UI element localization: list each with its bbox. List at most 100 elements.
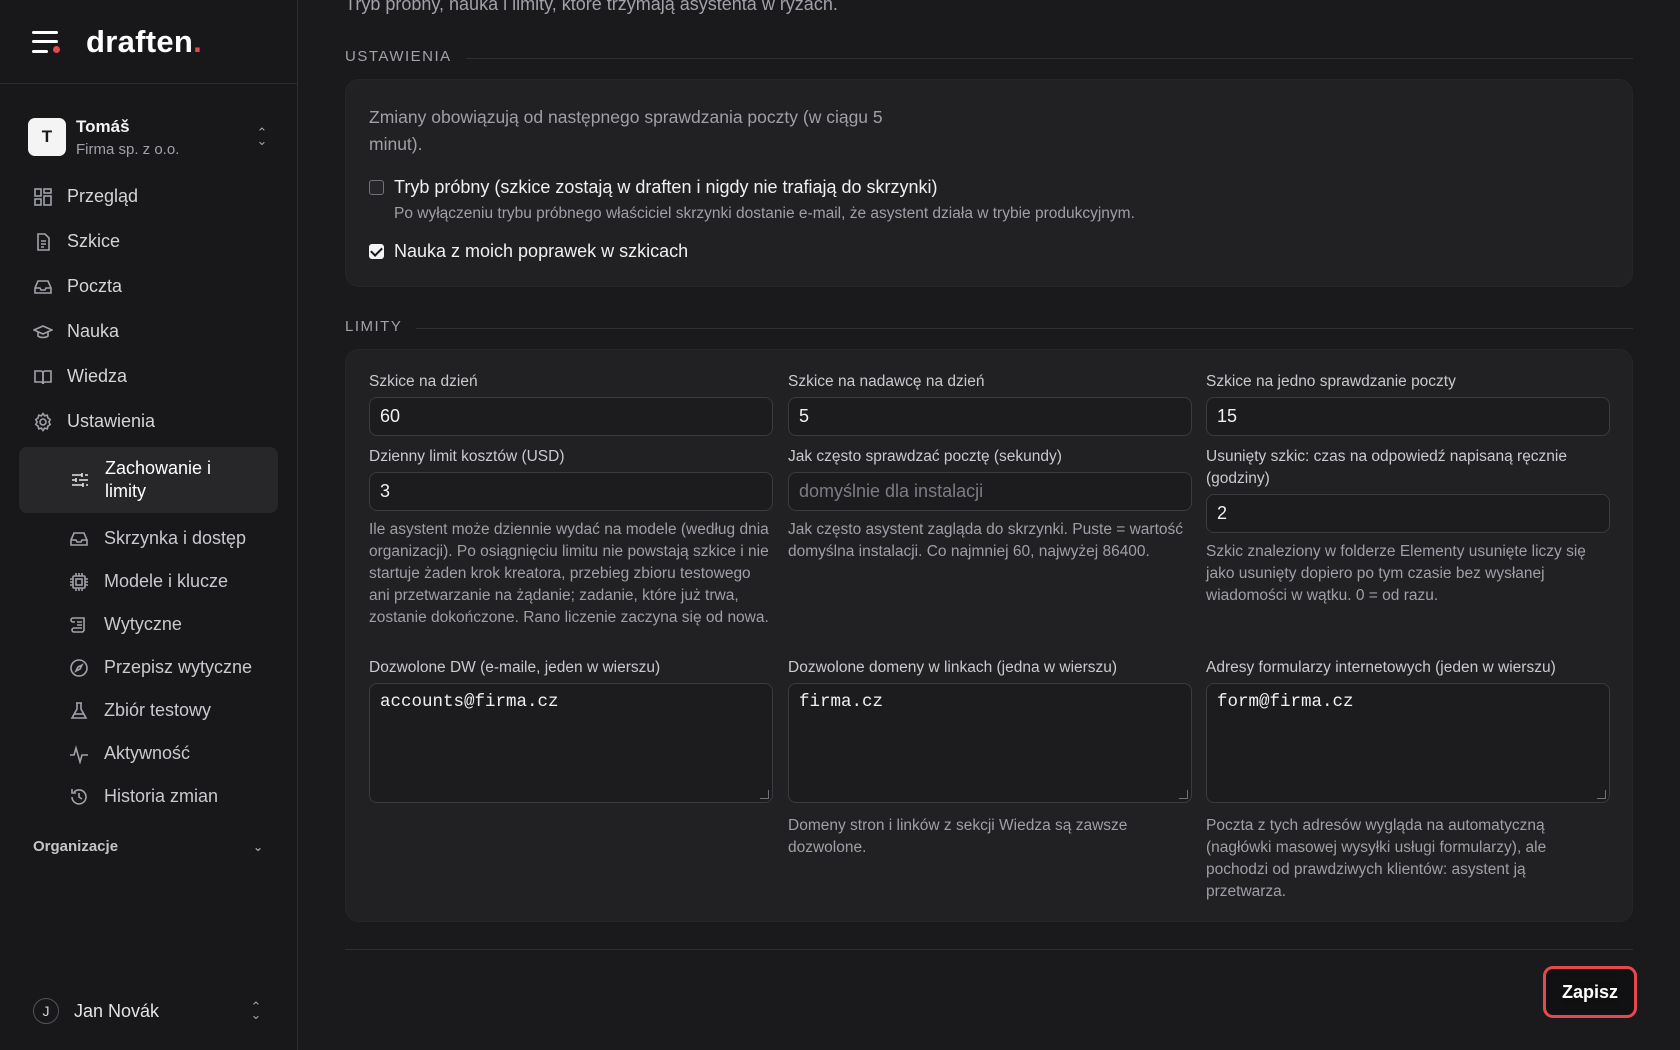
deleted-draft-help: Szkic znaleziony w folderze Elementy usu… — [1206, 543, 1586, 604]
deleted-draft-field: Usunięty szkic: czas na odpowiedź napisa… — [1206, 446, 1610, 607]
field-label: Jak często sprawdzać pocztę (sekundy) — [788, 448, 1062, 465]
chip-icon — [70, 572, 88, 591]
field-label: Usunięty szkic: czas na odpowiedź napisa… — [1206, 448, 1567, 487]
nav-item-knowledge[interactable]: Wiedza — [0, 354, 297, 399]
limits-card: Szkice na dzień 60 Szkice na nadawcę na … — [345, 349, 1633, 922]
sub-nav-label: Modele i klucze — [104, 571, 229, 591]
nav-item-learning[interactable]: Nauka — [0, 309, 297, 354]
settings-sub-nav: Zachowanie i limity Skrzynka i dostęp Mo… — [0, 447, 297, 818]
drafts-per-sender-input[interactable]: 5 — [788, 397, 1192, 436]
settings-note: Zmiany obowiązują od następnego sprawdza… — [369, 107, 883, 154]
sub-nav-item-activity[interactable]: Aktywność — [19, 732, 278, 775]
sub-nav-item-guidelines[interactable]: Wytyczne — [19, 603, 278, 646]
allowed-cc-textarea[interactable]: accounts@firma.cz — [369, 683, 773, 803]
field-label: Dozwolone domeny w linkach (jedna w wier… — [788, 659, 1118, 676]
sidebar: draften. T Tomáš Firma sp. z o.o. ⌃ ⌄ Prz… — [0, 0, 298, 1050]
learn-checkbox[interactable] — [369, 244, 384, 259]
daily-cost-field: Dzienny limit kosztów (USD) 3 Ile asyste… — [369, 446, 773, 629]
org-switcher-company: Firma sp. z o.o. — [76, 140, 180, 158]
brand-bar: draften. — [0, 0, 297, 84]
field-label: Adresy formularzy internetowych (jeden w… — [1206, 659, 1556, 676]
nav-item-label: Nauka — [67, 321, 120, 341]
form-addresses-textarea[interactable]: form@firma.cz — [1206, 683, 1610, 803]
field-label: Szkice na dzień — [369, 373, 478, 390]
drafts-per-day-input[interactable]: 60 — [369, 397, 773, 436]
nav-item-label: Szkice — [67, 231, 121, 251]
daily-cost-help: Ile asystent może dziennie wydać na mode… — [369, 521, 769, 626]
allowed-domains-field: Dozwolone domeny w linkach (jedna w wier… — [788, 657, 1192, 859]
sub-nav-label: Zbiór testowy — [104, 700, 212, 720]
grid-icon — [34, 187, 52, 206]
sub-nav-item-behavior-limits[interactable]: Zachowanie i limity — [19, 447, 278, 513]
save-button-label: Zapisz — [1561, 981, 1618, 1003]
drafts-per-check-input[interactable]: 15 — [1206, 397, 1610, 436]
chevron-up-down-icon: ⌃ ⌄ — [250, 999, 262, 1022]
activity-icon — [70, 744, 88, 764]
compass-icon — [70, 658, 88, 677]
sub-nav-item-change-history[interactable]: Historia zmian — [19, 775, 278, 818]
poll-interval-help: Jak często asystent zagląda do skrzynki.… — [788, 521, 1184, 560]
sub-nav-item-models-keys[interactable]: Modele i klucze — [19, 560, 278, 603]
field-label: Dzienny limit kosztów (USD) — [369, 448, 565, 465]
limits-section-title: LIMITY — [345, 318, 1633, 335]
user-name: Jan Novák — [74, 1000, 160, 1021]
history-icon — [71, 788, 87, 805]
poll-interval-field: Jak często sprawdzać pocztę (sekundy) do… — [788, 446, 1192, 563]
flask-icon — [70, 701, 88, 719]
organizations-label: Organizacje — [33, 838, 119, 855]
dry-run-checkbox[interactable] — [369, 180, 384, 195]
sub-nav-label: Zachowanie i limity — [105, 458, 212, 501]
user-switcher[interactable]: J Jan Novák ⌃ ⌄ — [33, 998, 263, 1024]
daily-cost-input[interactable]: 3 — [369, 472, 773, 511]
learn-label[interactable]: Nauka z moich poprawek w szkicach — [394, 241, 688, 262]
nav-item-label: Poczta — [67, 276, 123, 296]
org-avatar: T — [28, 118, 66, 156]
form-addresses-help: Poczta z tych adresów wygląda na automat… — [1206, 817, 1547, 900]
gear-icon — [34, 411, 52, 432]
graduation-cap-icon — [33, 324, 53, 338]
sub-nav-item-test-set[interactable]: Zbiór testowy — [19, 689, 278, 732]
avatar: J — [33, 998, 59, 1024]
sub-nav-label: Przepisz wytyczne — [104, 657, 253, 677]
nav-item-label: Przegląd — [67, 186, 139, 206]
poll-interval-input[interactable]: domyślnie dla instalacji — [788, 472, 1192, 511]
sub-nav-label: Wytyczne — [104, 614, 182, 634]
form-addresses-field: Adresy formularzy internetowych (jeden w… — [1206, 657, 1610, 903]
settings-card: Zmiany obowiązują od następnego sprawdza… — [345, 79, 1633, 287]
sub-nav-label: Skrzynka i dostęp — [104, 528, 247, 548]
allowed-domains-help: Domeny stron i linków z sekcji Wiedza są… — [788, 817, 1128, 856]
book-icon — [34, 369, 52, 384]
nav-item-settings[interactable]: Ustawienia — [0, 399, 297, 444]
chevron-up-down-icon: ⌃ ⌄ — [256, 125, 268, 148]
drafts-per-sender-field: Szkice na nadawcę na dzień 5 — [788, 371, 1192, 436]
dry-run-help: Po wyłączeniu trybu próbnego właściciel … — [394, 205, 1135, 222]
dry-run-row: Tryb próbny (szkice zostają w draften i … — [369, 177, 1135, 223]
app: draften. T Tomáš Firma sp. z o.o. ⌃ ⌄ Prz… — [0, 0, 1680, 1050]
nav-item-mail[interactable]: Poczta — [0, 264, 297, 309]
drafts-per-day-field: Szkice na dzień 60 — [369, 371, 773, 436]
allowed-cc-field: Dozwolone DW (e-maile, jeden w wierszu) … — [369, 657, 773, 803]
dry-run-label[interactable]: Tryb próbny (szkice zostają w draften i … — [394, 177, 1135, 198]
sub-nav-item-mailbox-access[interactable]: Skrzynka i dostęp — [19, 517, 278, 560]
nav-item-overview[interactable]: Przegląd — [0, 174, 297, 219]
organizations-toggle[interactable]: Organizacje ⌄ — [33, 838, 263, 855]
field-label: Szkice na nadawcę na dzień — [788, 373, 985, 390]
sliders-icon — [72, 473, 88, 487]
main-content: Tryb próbny, nauka i limity, które trzym… — [298, 0, 1680, 1050]
inbox-icon — [70, 531, 88, 546]
deleted-draft-input[interactable]: 2 — [1206, 494, 1610, 533]
drafts-per-check-field: Szkice na jedno sprawdzanie poczty 15 — [1206, 371, 1610, 436]
logo[interactable]: draften. — [86, 24, 202, 60]
org-switcher[interactable]: T Tomáš Firma sp. z o.o. ⌃ ⌄ — [28, 114, 269, 160]
nav-item-drafts[interactable]: Szkice — [0, 219, 297, 264]
menu-icon[interactable] — [32, 30, 60, 53]
save-button[interactable]: Zapisz — [1543, 966, 1637, 1018]
sub-nav-item-rewrite-guidelines[interactable]: Przepisz wytyczne — [19, 646, 278, 689]
scroll-icon — [70, 616, 85, 633]
learn-row: Nauka z moich poprawek w szkicach — [369, 241, 688, 262]
nav-item-label: Ustawienia — [67, 411, 156, 431]
nav-item-label: Wiedza — [67, 366, 128, 386]
allowed-domains-textarea[interactable]: firma.cz — [788, 683, 1192, 803]
footer-divider — [345, 949, 1633, 950]
page-intro: Tryb próbny, nauka i limity, które trzym… — [345, 0, 838, 14]
